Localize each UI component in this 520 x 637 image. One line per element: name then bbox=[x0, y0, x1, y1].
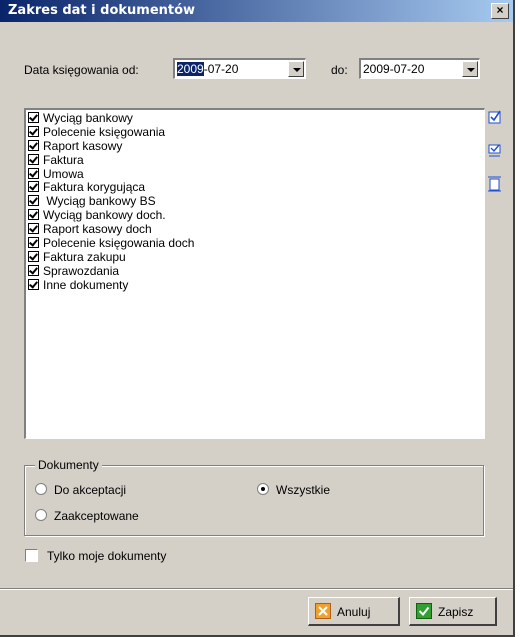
radio-zaakceptowane[interactable]: Zaakceptowane bbox=[35, 509, 139, 523]
checkbox-icon[interactable] bbox=[28, 250, 39, 262]
checkbox-icon[interactable] bbox=[28, 181, 39, 193]
checkbox-icon[interactable] bbox=[28, 195, 39, 207]
dialog-window: Zakres dat i dokumentów × Data księgowan… bbox=[0, 0, 515, 637]
checkbox-box[interactable] bbox=[25, 549, 38, 562]
cancel-icon bbox=[315, 603, 331, 619]
list-item[interactable]: Wyciąg bankowy BS bbox=[26, 194, 484, 208]
list-item[interactable]: Raport kasowy doch bbox=[26, 222, 484, 236]
window-title: Zakres dat i dokumentów bbox=[8, 3, 196, 18]
checkbox-icon[interactable] bbox=[28, 125, 39, 137]
list-item-label: Wyciąg bankowy bbox=[43, 111, 133, 125]
cancel-label: Anuluj bbox=[337, 605, 371, 619]
date-from-dropdown-icon[interactable] bbox=[288, 61, 304, 77]
save-button[interactable]: Zapisz bbox=[409, 597, 497, 626]
list-item-label: Faktura zakupu bbox=[43, 249, 126, 264]
date-to-value[interactable]: 2009-07-20 bbox=[363, 62, 424, 76]
radio-wszystkie[interactable]: Wszystkie bbox=[257, 483, 330, 497]
footer-separator bbox=[0, 588, 513, 590]
cancel-button[interactable]: Anuluj bbox=[308, 597, 400, 626]
checkbox-icon[interactable] bbox=[28, 278, 39, 290]
list-item[interactable]: Inne dokumenty bbox=[26, 278, 484, 292]
radio-label: Do akceptacji bbox=[54, 483, 127, 497]
radio-do-akceptacji[interactable]: Do akceptacji bbox=[35, 483, 126, 497]
title-bar[interactable]: Zakres dat i dokumentów × bbox=[0, 0, 513, 22]
list-item[interactable]: Sprawozdania bbox=[26, 264, 484, 278]
date-from-selected-part: 2009 bbox=[177, 62, 204, 76]
list-item[interactable]: Polecenie księgowania doch bbox=[26, 236, 484, 250]
select-toggle-icon[interactable] bbox=[488, 143, 502, 159]
list-item-label: Wyciąg bankowy BS bbox=[43, 194, 156, 209]
list-item[interactable]: Faktura korygująca bbox=[26, 180, 484, 194]
list-item[interactable]: Wyciąg bankowy bbox=[26, 111, 484, 125]
checkbox-icon[interactable] bbox=[28, 153, 39, 165]
date-to-label: do: bbox=[331, 63, 348, 77]
checkbox-icon[interactable] bbox=[28, 209, 39, 221]
list-item[interactable]: Umowa bbox=[26, 167, 484, 181]
checkbox-icon[interactable] bbox=[28, 139, 39, 151]
list-item-label: Raport kasowy doch bbox=[43, 222, 152, 237]
list-item[interactable]: Raport kasowy bbox=[26, 139, 484, 153]
list-item-label: Faktura korygująca bbox=[43, 180, 146, 195]
list-item-label: Polecenie księgowania doch bbox=[43, 236, 195, 251]
list-item[interactable]: Faktura bbox=[26, 153, 484, 167]
list-item-label: Polecenie księgowania bbox=[43, 124, 166, 139]
list-item-label: Raport kasowy bbox=[43, 138, 123, 153]
checkbox-icon[interactable] bbox=[28, 112, 39, 123]
radio-label: Zaakceptowane bbox=[54, 509, 139, 523]
radio-icon[interactable] bbox=[257, 483, 269, 495]
date-from-label: Data księgowania od: bbox=[24, 63, 139, 77]
radio-label: Wszystkie bbox=[276, 483, 330, 497]
date-to-dropdown-icon[interactable] bbox=[462, 61, 478, 77]
deselect-all-icon[interactable] bbox=[488, 176, 502, 192]
checkbox-icon[interactable] bbox=[28, 223, 39, 235]
list-item[interactable]: Wyciąg bankowy doch. bbox=[26, 208, 484, 222]
save-icon bbox=[416, 603, 432, 619]
list-item-label: Sprawozdania bbox=[43, 263, 120, 278]
document-type-list[interactable]: Wyciąg bankowy Polecenie księgowania Rapor… bbox=[24, 108, 485, 439]
checkbox-icon[interactable] bbox=[28, 167, 39, 179]
list-item-label: Faktura bbox=[43, 152, 84, 167]
radio-icon[interactable] bbox=[35, 483, 47, 495]
documents-filter-group: Dokumenty Do akceptacji Wszystkie Zaakce… bbox=[24, 458, 484, 536]
select-all-icon[interactable] bbox=[488, 109, 502, 125]
date-from-combo[interactable]: 2009-07-20 bbox=[173, 58, 306, 79]
close-button[interactable]: × bbox=[491, 3, 509, 19]
list-item-label: Wyciąg bankowy doch. bbox=[43, 208, 166, 223]
list-item-label: Inne dokumenty bbox=[43, 277, 129, 292]
date-from-value[interactable]: 2009-07-20 bbox=[177, 62, 238, 76]
save-label: Zapisz bbox=[438, 605, 474, 619]
radio-icon[interactable] bbox=[35, 509, 47, 521]
date-from-rest: -07-20 bbox=[203, 62, 239, 76]
list-item[interactable]: Faktura zakupu bbox=[26, 250, 484, 264]
date-to-combo[interactable]: 2009-07-20 bbox=[359, 58, 480, 79]
checkbox-icon[interactable] bbox=[28, 237, 39, 249]
only-mine-checkbox[interactable]: Tylko moje dokumenty bbox=[25, 549, 166, 563]
checkbox-icon[interactable] bbox=[28, 264, 39, 276]
checkbox-label: Tylko moje dokumenty bbox=[47, 549, 167, 563]
list-item[interactable]: Polecenie księgowania bbox=[26, 125, 484, 139]
group-title: Dokumenty bbox=[35, 458, 102, 472]
list-item-label: Umowa bbox=[43, 166, 84, 181]
